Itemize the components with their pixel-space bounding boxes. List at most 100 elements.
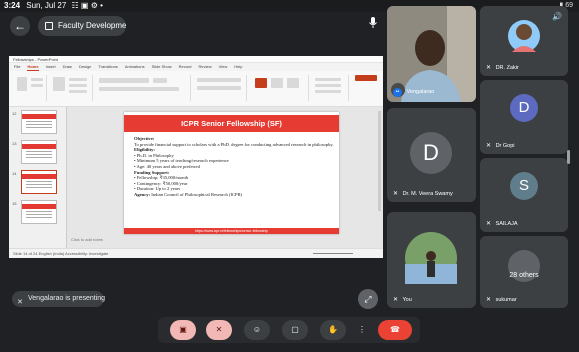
editing-group <box>311 75 349 101</box>
shared-screen: Fellowships - PowerPoint File Home Insert D… <box>9 56 383 258</box>
participant-name: ✕ sukumar <box>486 297 517 303</box>
arrow-left-icon: ← <box>14 19 26 33</box>
mic-off-icon: ✕ <box>215 325 223 334</box>
emoji-icon: ☺ <box>252 325 262 334</box>
reactions-button[interactable]: ☺ <box>244 320 270 340</box>
slide-number: 13 <box>12 141 17 146</box>
meeting-top-bar: ← Faculty Developme <box>0 12 385 40</box>
align-buttons <box>197 86 241 90</box>
share-button <box>355 75 377 81</box>
slide-title: ICPR Senior Fellowship (SF) <box>124 115 339 132</box>
more-icon: ⋮ <box>358 325 366 334</box>
volume-icon: 🔊 <box>552 12 562 21</box>
participant-name: ✕ Dr Gopi <box>486 143 515 149</box>
tile-scrollbar[interactable] <box>567 150 570 164</box>
list-buttons <box>197 78 241 82</box>
back-button[interactable]: ← <box>10 16 30 36</box>
agency-text: Indian Council of Philosophical Research… <box>151 191 243 197</box>
slide-number: 12 <box>12 111 17 116</box>
fullscreen-button[interactable]: ⤢ <box>358 289 378 309</box>
participant-name: ✕ You <box>393 297 412 303</box>
avatar: S <box>510 172 538 200</box>
quick-styles-icon <box>287 78 299 88</box>
end-call-button[interactable]: ☎ <box>378 320 412 340</box>
ppt-title-bar: Fellowships - PowerPoint <box>9 56 383 63</box>
participant-name: ✕ Dr. M. Veera Swamy <box>393 191 453 197</box>
slide-thumbnail <box>21 110 57 134</box>
more-options-button[interactable]: ⋮ <box>356 320 368 340</box>
raise-hand-button[interactable]: ✋ <box>320 320 346 340</box>
participant-name: •• Vengalarao <box>393 88 434 97</box>
slide-thumbnail <box>21 140 57 164</box>
zoom-slider <box>313 253 353 254</box>
camera-off-icon: ▣ <box>179 325 187 334</box>
slide-thumbnail-pane: 12 13 14 15 <box>9 107 67 248</box>
participant-tile-vengalarao[interactable]: •• Vengalarao <box>387 6 476 102</box>
participant-tile-dr-m-veera-swamy[interactable]: D ✕ Dr. M. Veera Swamy <box>387 108 476 202</box>
mic-toggle-button[interactable]: ✕ <box>206 320 232 340</box>
present-button[interactable]: ▢ <box>282 320 308 340</box>
shapes-icon <box>255 78 267 88</box>
ppt-workspace: 12 13 14 15 ICPR Senior Fellowship (SF) … <box>9 107 383 248</box>
slide-footer: https://www.icpr.in/fellowships/senior-f… <box>124 228 339 234</box>
ppt-tab-help: Help <box>234 64 243 69</box>
others-count: 28 others <box>509 272 539 279</box>
ppt-app-title: Fellowships - PowerPoint <box>13 57 58 62</box>
layout-icon <box>69 78 87 81</box>
font-select <box>99 78 149 83</box>
participant-photo <box>405 232 457 284</box>
ppt-status-text: Slide 14 of 24 English (India) Accessibi… <box>13 251 109 256</box>
speaker-mic-indicator <box>366 16 380 34</box>
cut-icon <box>31 78 43 81</box>
end-call-icon: ☎ <box>390 325 400 334</box>
participant-tile-you[interactable]: ✕ You <box>387 212 476 308</box>
meeting-title: Faculty Developme <box>58 21 126 30</box>
ppt-tab-file: File <box>14 64 21 69</box>
mic-off-icon: ✕ <box>17 299 23 306</box>
participant-tile-dr-zakir[interactable]: 🔊 ✕ DR. Zakir <box>480 6 568 76</box>
mic-off-icon: ✕ <box>486 297 492 303</box>
ppt-status-bar: Slide 14 of 24 English (India) Accessibi… <box>9 248 383 258</box>
reset-icon <box>69 84 87 87</box>
ppt-tab-animations: Animations <box>124 64 145 69</box>
speaking-icon: •• <box>393 88 402 97</box>
participant-name: ✕ DR. Zakir <box>486 65 519 71</box>
ppt-tab-insert: Insert <box>45 64 56 69</box>
date: Sun, Jul 27 <box>26 1 67 10</box>
participant-tile-sailaja[interactable]: S ✕ SAILAJA <box>480 158 568 232</box>
current-slide: ICPR Senior Fellowship (SF) Objective: T… <box>124 112 339 234</box>
mic-icon <box>369 17 377 28</box>
presenting-label: Vengalarao is presenting <box>28 295 106 302</box>
meeting-title-chip[interactable]: Faculty Developme <box>38 16 126 36</box>
ppt-tab-view: View <box>218 64 228 69</box>
objective-label: Objective: <box>134 136 155 141</box>
slide-thumbnail-selected <box>21 170 57 194</box>
arrange-icon <box>271 78 283 88</box>
participant-tile-others[interactable]: 28 others ✕ sukumar <box>480 236 568 308</box>
avatar: D <box>410 132 452 174</box>
ppt-tab-design: Design <box>78 64 92 69</box>
format-buttons <box>99 87 179 91</box>
notes-placeholder: Click to add notes <box>71 237 103 242</box>
new-slide-icon <box>53 77 65 91</box>
slide-thumbnail <box>21 200 57 224</box>
clock: 3:24 <box>4 1 21 10</box>
presenting-chip: ✕ Vengalarao is presenting <box>12 291 106 307</box>
font-size-select <box>153 78 167 83</box>
ppt-tab-review: Review <box>198 64 212 69</box>
slides-group <box>49 75 93 101</box>
mic-off-icon: ✕ <box>393 191 399 197</box>
mic-off-icon: ✕ <box>486 143 492 149</box>
camera-toggle-button[interactable]: ▣ <box>170 320 196 340</box>
objective-text: To provide financial support to scholars… <box>134 141 334 147</box>
select-icon <box>315 90 341 93</box>
ppt-tab-slide-show: Slide Show <box>151 64 172 69</box>
raise-hand-icon: ✋ <box>328 325 338 334</box>
font-group <box>95 75 191 101</box>
agency-label: Agency: <box>134 191 151 197</box>
drawing-group <box>249 75 309 101</box>
paragraph-group <box>193 75 247 101</box>
ppt-tab-transitions: Transitions <box>98 64 118 69</box>
participant-tile-dr-gopi[interactable]: D ✕ Dr Gopi <box>480 80 568 154</box>
copy-icon <box>31 84 43 87</box>
